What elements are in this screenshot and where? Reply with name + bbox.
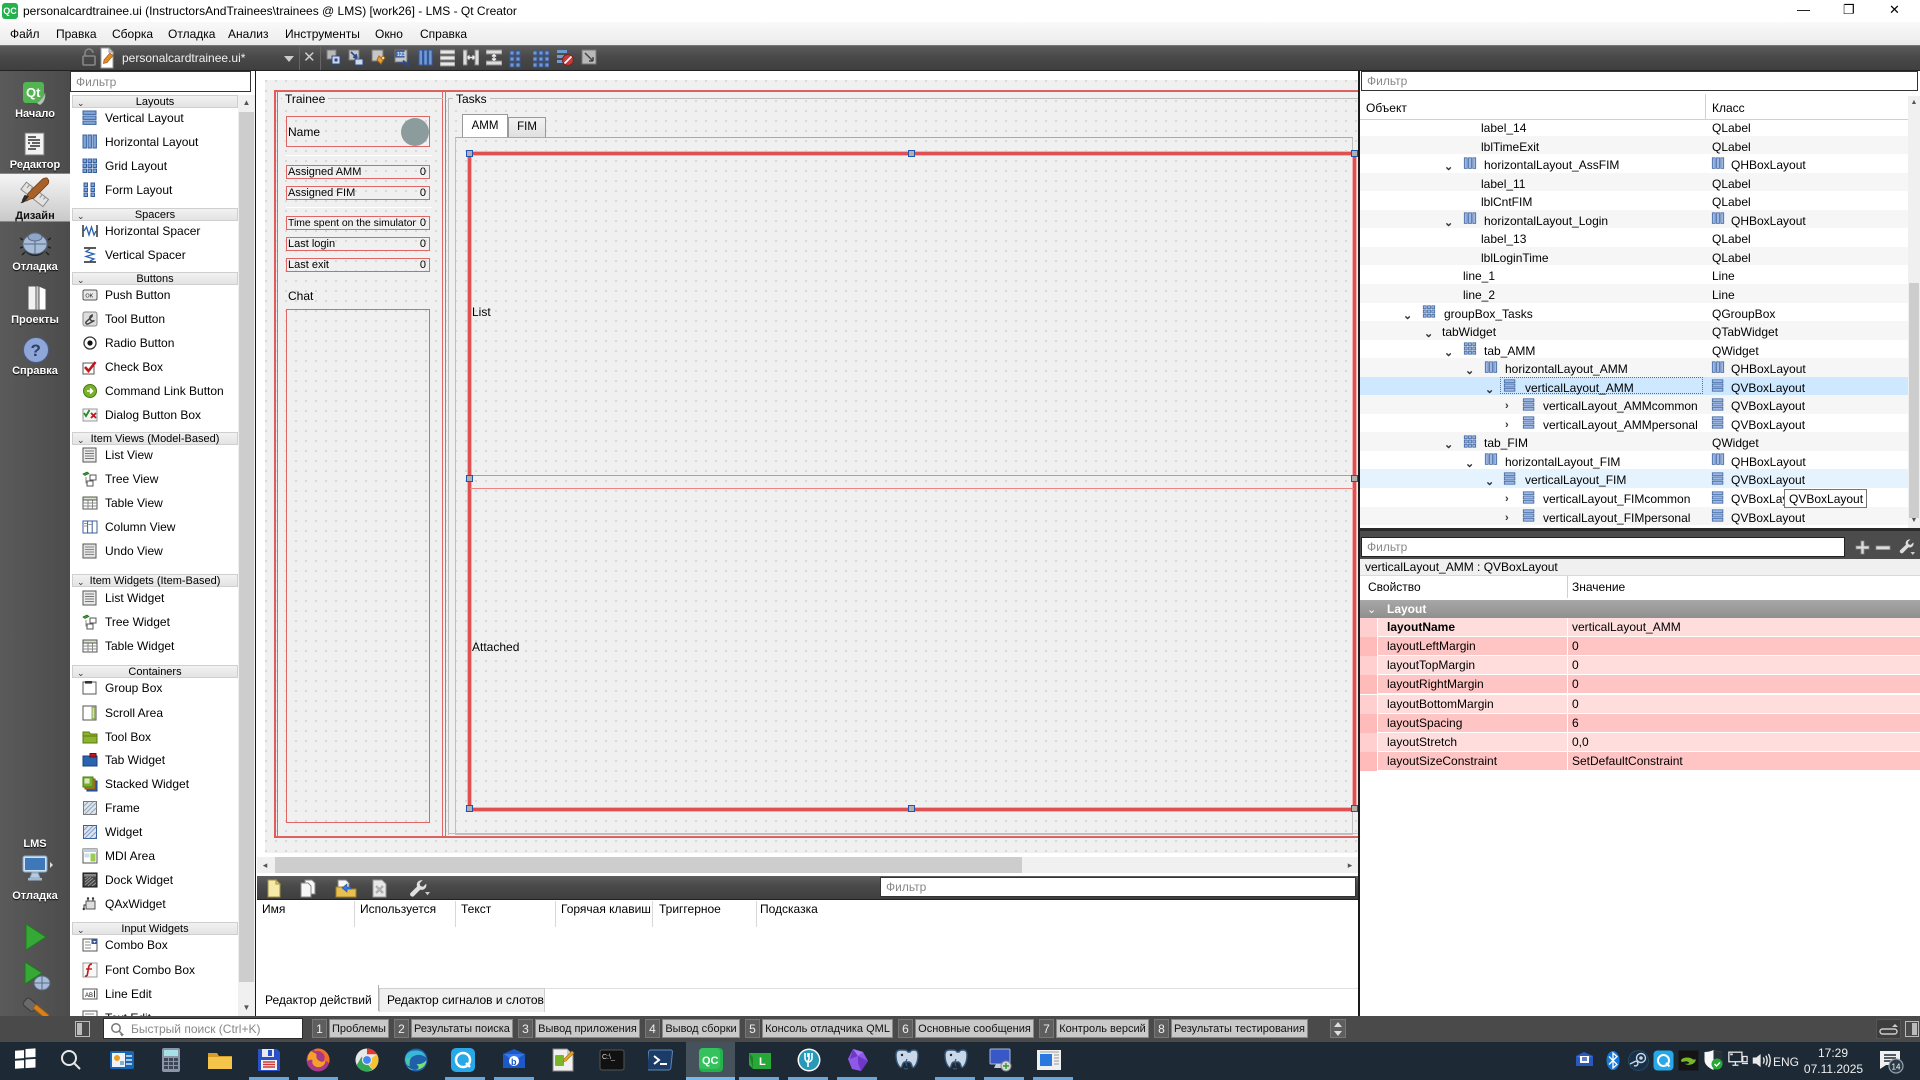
svg-text:b: b xyxy=(511,1057,517,1067)
svg-text:QC: QC xyxy=(702,1055,719,1067)
svg-text:C:\_: C:\_ xyxy=(602,1054,615,1061)
svg-text:?: ? xyxy=(31,341,41,360)
svg-text:123: 123 xyxy=(397,52,406,58)
svg-text:14: 14 xyxy=(1892,1063,1901,1072)
svg-text:Qt: Qt xyxy=(26,85,41,100)
svg-text:AB: AB xyxy=(85,993,93,999)
svg-text:L: L xyxy=(759,1056,766,1068)
svg-text:OK: OK xyxy=(85,294,93,300)
